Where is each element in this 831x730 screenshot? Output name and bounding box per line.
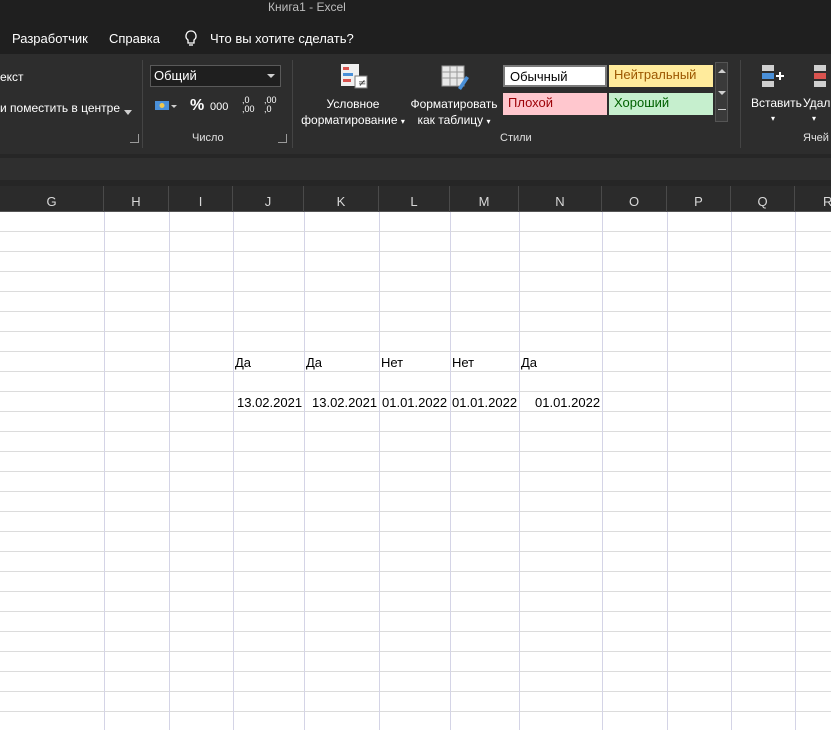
gridline (304, 212, 305, 730)
column-header-j[interactable]: J (233, 186, 304, 212)
cell-m-date[interactable]: 01.01.2022 (452, 393, 517, 413)
scroll-down-icon[interactable] (718, 91, 726, 95)
column-header-r[interactable]: R (795, 186, 831, 212)
conditional-formatting-icon[interactable]: ≠ (339, 62, 369, 95)
gridline (667, 212, 668, 730)
format-as-table-button[interactable]: Форматировать как таблицу ▾ (406, 96, 502, 130)
cell-m-value[interactable]: Нет (452, 353, 474, 373)
cell-k-value[interactable]: Да (306, 353, 322, 373)
chevron-down-icon (267, 74, 275, 78)
lightbulb-icon[interactable] (184, 30, 198, 51)
chevron-down-icon[interactable]: ▾ (812, 114, 816, 123)
conditional-formatting-line2: форматирование (301, 113, 398, 127)
styles-gallery-scroll[interactable] (715, 62, 728, 122)
ribbon: екст и поместить в центре Общий % 000 ,0… (0, 54, 831, 154)
window-title: Книга1 - Excel (268, 0, 346, 14)
column-header-l[interactable]: L (379, 186, 450, 212)
wrap-text-button[interactable]: екст (0, 70, 24, 84)
column-header-n[interactable]: N (519, 186, 602, 212)
column-header-m[interactable]: M (450, 186, 519, 212)
merge-center-button[interactable]: и поместить в центре (0, 101, 120, 115)
tell-me-search[interactable]: Что вы хотите сделать? (210, 20, 354, 58)
insert-cells-icon[interactable] (760, 62, 788, 91)
gridline (169, 212, 170, 730)
group-separator (142, 60, 143, 148)
conditional-formatting-line1: Условное (326, 97, 380, 111)
gridline (450, 212, 451, 730)
cell-j-date[interactable]: 13.02.2021 (237, 393, 302, 413)
style-bad[interactable]: Плохой (503, 93, 607, 115)
format-as-table-line2: как таблицу (417, 113, 484, 127)
number-format-select[interactable]: Общий (150, 65, 281, 87)
tab-help[interactable]: Справка (109, 20, 160, 58)
gridline (233, 212, 234, 730)
styles-group-label: Стили (500, 132, 532, 144)
chevron-down-icon[interactable]: ▾ (771, 114, 775, 123)
insert-button[interactable]: Вставить (751, 96, 802, 110)
cell-k-date[interactable]: 13.02.2021 (312, 393, 377, 413)
column-header-q[interactable]: Q (731, 186, 795, 212)
formula-bar-area (0, 154, 831, 186)
number-format-value: Общий (154, 68, 197, 83)
cell-j-value[interactable]: Да (235, 353, 251, 373)
gridline (731, 212, 732, 730)
chevron-down-icon[interactable] (124, 105, 132, 119)
tab-developer[interactable]: Разработчик (12, 20, 88, 58)
alignment-dialog-launcher[interactable] (130, 134, 139, 143)
conditional-formatting-button[interactable]: Условное форматирование ▾ (298, 96, 408, 130)
thousands-separator-button[interactable]: 000 (210, 101, 228, 113)
formula-bar[interactable] (0, 158, 831, 180)
column-header-h[interactable]: H (104, 186, 169, 212)
svg-text:≠: ≠ (358, 78, 366, 89)
style-good[interactable]: Хороший (609, 93, 713, 115)
cells-group-label: Ячей (803, 132, 829, 144)
cell-n-date[interactable]: 01.01.2022 (535, 393, 600, 413)
number-group-label: Число (192, 132, 224, 144)
gridline (519, 212, 520, 730)
increase-decimal-button[interactable]: ,0 ,00 (242, 96, 255, 114)
column-header-p[interactable]: P (667, 186, 731, 212)
worksheet-grid[interactable]: Да Да Нет Нет Да 13.02.2021 13.02.2021 0… (0, 212, 831, 730)
group-separator (740, 60, 741, 148)
format-as-table-icon[interactable] (440, 62, 470, 95)
cell-l-date[interactable]: 01.01.2022 (382, 393, 447, 413)
style-normal[interactable]: Обычный (503, 65, 607, 87)
percent-button[interactable]: % (190, 97, 204, 115)
delete-button[interactable]: Удал (803, 96, 830, 110)
cell-n-value[interactable]: Да (521, 353, 537, 373)
format-as-table-line1: Форматировать (410, 97, 498, 111)
currency-icon[interactable] (154, 98, 178, 117)
gridline (104, 212, 105, 730)
column-header-i[interactable]: I (169, 186, 233, 212)
gallery-more-icon[interactable] (718, 109, 726, 110)
title-bar: Книга1 - Excel (0, 0, 831, 20)
gridline (602, 212, 603, 730)
scroll-up-icon[interactable] (718, 69, 726, 73)
column-header-o[interactable]: O (602, 186, 667, 212)
menu-bar: Разработчик Справка Что вы хотите сделат… (0, 20, 831, 54)
gridline (379, 212, 380, 730)
number-dialog-launcher[interactable] (278, 134, 287, 143)
gridline (795, 212, 796, 730)
style-neutral[interactable]: Нейтральный (609, 65, 713, 87)
group-separator (292, 60, 293, 148)
column-header-k[interactable]: K (304, 186, 379, 212)
column-headers: G H I J K L M N O P Q R (0, 186, 831, 212)
delete-cells-icon[interactable] (812, 62, 831, 91)
decrease-decimal-button[interactable]: ,00 ,0 (264, 96, 277, 114)
cell-l-value[interactable]: Нет (381, 353, 403, 373)
column-header-g[interactable]: G (0, 186, 104, 212)
